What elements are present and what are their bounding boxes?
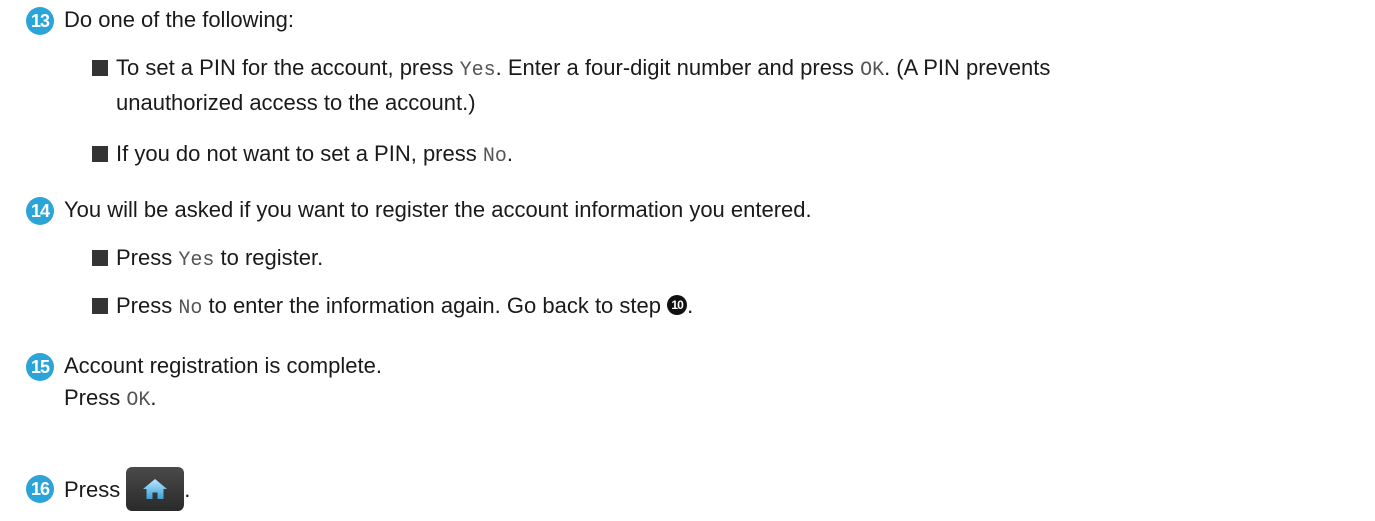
text-run: If you do not want to set a PIN, press bbox=[116, 141, 483, 166]
step-number-badge: 16 bbox=[26, 475, 54, 503]
step-16: 16 bbox=[0, 474, 54, 503]
step-text: Press . bbox=[64, 467, 191, 513]
step-13: 13 bbox=[0, 6, 54, 35]
key-ok: OK bbox=[126, 389, 151, 412]
text-run: . Enter a four-digit number and press bbox=[495, 55, 861, 80]
text-run: Account registration is complete. bbox=[64, 353, 382, 378]
home-icon bbox=[143, 479, 168, 500]
bullet-text: To set a PIN for the account, press Yes.… bbox=[116, 52, 1366, 119]
bullet-text: If you do not want to set a PIN, press N… bbox=[116, 138, 1366, 173]
key-ok: OK bbox=[860, 59, 885, 82]
step-reference-badge: 10 bbox=[667, 295, 688, 316]
step-number-badge: 13 bbox=[26, 7, 54, 35]
text-run: . bbox=[184, 477, 191, 502]
bullet-text: Press Yes to register. bbox=[116, 242, 1366, 277]
text-run: . (A PIN prevents bbox=[884, 55, 1051, 80]
step-number-badge: 15 bbox=[26, 353, 54, 381]
text-run: to register. bbox=[214, 245, 324, 270]
bullet-square-icon bbox=[92, 250, 108, 266]
text-run: . bbox=[506, 141, 513, 166]
step-text: You will be asked if you want to registe… bbox=[64, 197, 812, 222]
bullet-item: Press No to enter the information again.… bbox=[92, 290, 1366, 325]
step-15: 15 bbox=[0, 352, 54, 381]
bullet-square-icon bbox=[92, 298, 108, 314]
bullet-text: Press No to enter the information again.… bbox=[116, 290, 1366, 325]
key-yes: Yes bbox=[459, 59, 496, 82]
text-run: To set a PIN for the account, press bbox=[116, 55, 460, 80]
bullet-square-icon bbox=[92, 60, 108, 76]
bullet-square-icon bbox=[92, 146, 108, 162]
bullet-item: Press Yes to register. bbox=[92, 242, 1366, 277]
text-run: to enter the information again. Go back … bbox=[202, 293, 668, 318]
text-run: Press bbox=[116, 245, 179, 270]
home-button bbox=[126, 467, 185, 512]
key-no: No bbox=[482, 145, 507, 168]
text-run: . bbox=[687, 293, 694, 318]
manual-page: 13 Do one of the following: To set a PIN… bbox=[0, 0, 1375, 521]
text-run: unauthorized access to the account.) bbox=[116, 90, 476, 115]
key-no: No bbox=[178, 297, 203, 320]
text-run: . bbox=[150, 385, 157, 410]
text-run: Press bbox=[64, 385, 127, 410]
step-text: Do one of the following: bbox=[64, 7, 294, 32]
text-run: Press bbox=[64, 477, 121, 502]
key-yes: Yes bbox=[178, 249, 215, 272]
text-run: Press bbox=[116, 293, 179, 318]
step-number-badge: 14 bbox=[26, 197, 54, 225]
bullet-item: If you do not want to set a PIN, press N… bbox=[92, 138, 1366, 173]
bullet-item: To set a PIN for the account, press Yes.… bbox=[92, 52, 1366, 119]
step-text: Account registration is complete. Press … bbox=[64, 350, 382, 417]
step-14: 14 bbox=[0, 196, 54, 225]
